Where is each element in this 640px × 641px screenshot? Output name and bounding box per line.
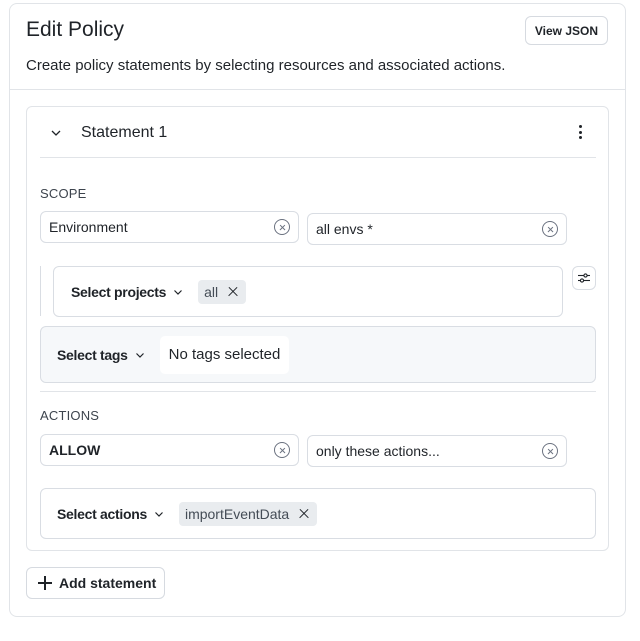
actions-mode-value: only these actions...	[316, 443, 440, 459]
resource-value: all envs *	[316, 221, 373, 237]
sliders-icon	[578, 273, 590, 283]
actions-label: ACTIONS	[40, 408, 100, 423]
chevron-down-icon	[135, 352, 144, 358]
clear-circle-icon[interactable]	[542, 221, 558, 237]
select-actions-dropdown[interactable]: Select actions	[57, 506, 165, 522]
select-tags-dropdown[interactable]: Select tags	[57, 347, 146, 363]
edit-policy-panel: Edit Policy View JSON Create policy stat…	[9, 3, 626, 617]
projects-selector: Select projects all	[53, 266, 563, 317]
action-chip: importEventData	[178, 501, 318, 526]
no-tags-text: No tags selected	[159, 335, 290, 374]
select-actions-label: Select actions	[57, 505, 147, 522]
projects-rail	[40, 266, 41, 316]
view-json-button[interactable]: View JSON	[524, 16, 608, 45]
section-divider	[40, 391, 596, 392]
page-title: Edit Policy	[26, 18, 125, 41]
chevron-down-icon	[174, 289, 183, 295]
add-statement-button[interactable]: Add statement	[26, 567, 166, 599]
effect-value: ALLOW	[49, 442, 101, 458]
plus-icon	[38, 576, 52, 590]
panel-header: Edit Policy View JSON Create policy stat…	[10, 4, 625, 90]
tags-selector: Select tags No tags selected	[40, 326, 596, 383]
actions-mode-select[interactable]: only these actions...	[307, 435, 567, 467]
project-chip: all	[198, 279, 247, 304]
select-projects-dropdown[interactable]: Select projects	[71, 284, 184, 300]
more-vertical-icon[interactable]	[572, 122, 588, 142]
select-projects-label: Select projects	[71, 283, 167, 300]
statement-title: Statement 1	[81, 124, 168, 141]
chevron-down-icon[interactable]	[49, 126, 63, 140]
statement-card: Statement 1 SCOPE Environment all envs *…	[26, 106, 609, 551]
clear-circle-icon[interactable]	[274, 442, 290, 458]
chevron-down-icon	[155, 511, 163, 517]
action-chip-label: importEventData	[184, 505, 290, 522]
statement-header[interactable]: Statement 1	[40, 107, 596, 158]
actions-selector: Select actions importEventData	[40, 488, 596, 539]
effect-select[interactable]: ALLOW	[40, 434, 299, 466]
resource-type-select[interactable]: Environment	[40, 211, 299, 243]
clear-circle-icon[interactable]	[542, 443, 558, 459]
filter-button[interactable]	[572, 266, 596, 290]
resource-value-select[interactable]: all envs *	[307, 213, 567, 245]
page-subtitle: Create policy statements by selecting re…	[26, 57, 506, 74]
scope-label: SCOPE	[40, 186, 87, 201]
resource-type-value: Environment	[49, 219, 128, 235]
clear-circle-icon[interactable]	[274, 219, 290, 235]
project-chip-label: all	[204, 283, 219, 300]
add-statement-label: Add statement	[59, 575, 157, 591]
remove-icon[interactable]	[226, 285, 240, 299]
remove-icon[interactable]	[297, 507, 311, 521]
select-tags-label: Select tags	[57, 346, 128, 363]
